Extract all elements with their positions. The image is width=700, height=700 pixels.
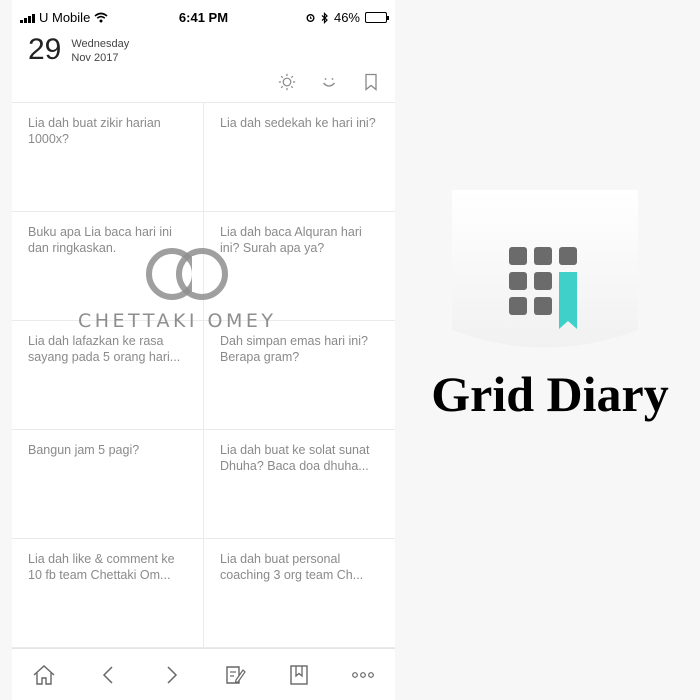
brand-title: Grid Diary [431,366,669,422]
home-icon[interactable] [31,662,57,688]
grid-cell[interactable]: Lia dah lafazkan ke rasa sayang pada 5 o… [12,321,204,430]
status-right: 46% [305,10,389,25]
app-logo [452,190,638,350]
date-meta: Wednesday Nov 2017 [71,34,129,65]
battery-icon [365,12,389,23]
forward-icon[interactable] [159,662,185,688]
phone-screen: U Mobile 6:41 PM 46% 29 Wednesday Nov 20… [12,0,395,700]
smile-icon[interactable] [319,72,339,92]
date-weekday: Wednesday [71,38,130,50]
grid-cell[interactable]: Lia dah like & comment ke 10 fb team Che… [12,539,204,648]
grid-diary-logo-icon [452,190,638,348]
grid-cell[interactable]: Lia dah baca Alquran hari ini? Surah apa… [204,212,395,321]
alarm-icon [306,14,315,22]
grid-cell[interactable]: Lia dah sedekah ke hari ini? [204,103,395,212]
sun-icon[interactable] [277,72,297,92]
date-header[interactable]: 29 Wednesday Nov 2017 [28,34,129,66]
logo-tile [534,297,552,315]
logo-tile [534,247,552,265]
edit-icon[interactable] [222,662,248,688]
header-actions [277,72,381,92]
more-icon[interactable] [350,662,376,688]
logo-tile [509,272,527,290]
grid-cell[interactable]: Buku apa Lia baca hari ini dan ringkaska… [12,212,204,321]
logo-tile [534,272,552,290]
bluetooth-icon [321,11,328,24]
bookmark-icon[interactable] [361,72,381,92]
date-day: 29 [28,33,62,66]
logo-tile [509,247,527,265]
bottom-toolbar [12,648,395,700]
question-grid: Lia dah buat zikir harian 1000x? Lia dah… [12,102,395,648]
back-icon[interactable] [95,662,121,688]
bookmark-icon[interactable] [286,662,312,688]
grid-cell[interactable]: Lia dah buat ke solat sunat Dhuha? Baca … [204,430,395,539]
battery-percent: 46% [333,10,360,25]
grid-cell[interactable]: Lia dah buat zikir harian 1000x? [12,103,204,212]
logo-tile [509,297,527,315]
logo-bookmark-ribbon [559,272,577,329]
date-month-year: Nov 2017 [71,52,119,64]
status-bar: U Mobile 6:41 PM 46% [12,6,395,28]
grid-cell[interactable]: Dah simpan emas hari ini? Berapa gram? [204,321,395,430]
grid-cell[interactable]: Lia dah buat personal coaching 3 org tea… [204,539,395,648]
grid-cell[interactable]: Bangun jam 5 pagi? [12,430,204,539]
logo-tile [559,247,577,265]
